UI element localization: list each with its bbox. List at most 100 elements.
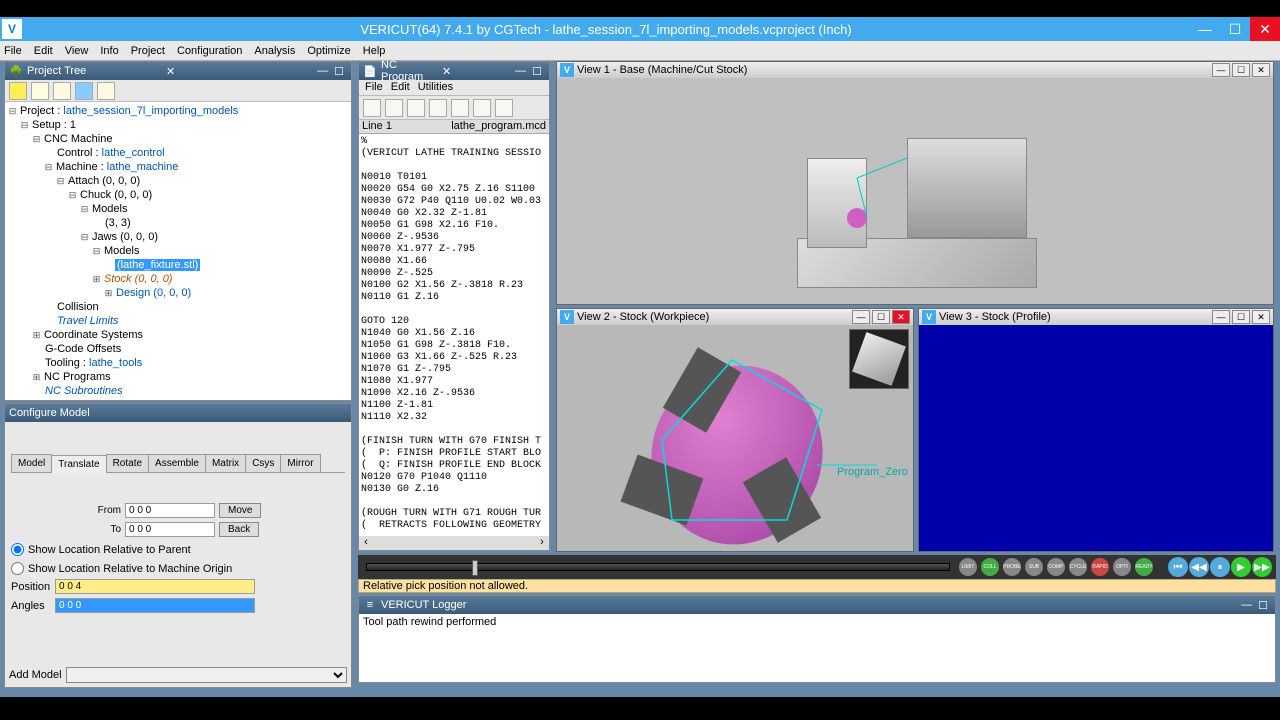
menu-view[interactable]: View: [65, 45, 89, 57]
tab-model[interactable]: Model: [11, 454, 52, 472]
tb-undo[interactable]: [75, 82, 93, 100]
project-tree-panel: 🌳 Project Tree ✕ — ☐ ⊟Project : lathe_se…: [4, 61, 352, 401]
nc-menu-file[interactable]: File: [365, 81, 383, 94]
menu-configuration[interactable]: Configuration: [177, 45, 242, 57]
menu-help[interactable]: Help: [363, 45, 386, 57]
view1-max[interactable]: ☐: [1232, 63, 1250, 77]
nc-scroll-horizontal[interactable]: ‹›: [359, 536, 549, 550]
menu-info[interactable]: Info: [100, 45, 118, 57]
angles-input[interactable]: [55, 598, 255, 613]
nc-tb-6[interactable]: [473, 99, 491, 117]
view2-max[interactable]: ☐: [872, 310, 890, 324]
btn-fast-fwd[interactable]: ▶▶: [1252, 557, 1272, 577]
btn-opti[interactable]: OPTI: [1112, 557, 1132, 577]
minimize-button[interactable]: —: [1190, 17, 1220, 41]
tb-save[interactable]: [53, 82, 71, 100]
project-tree-min-icon[interactable]: —: [314, 65, 331, 77]
menu-file[interactable]: File: [4, 45, 22, 57]
tab-translate[interactable]: Translate: [51, 455, 106, 473]
close-button[interactable]: ✕: [1250, 17, 1280, 41]
tb-redo[interactable]: [97, 82, 115, 100]
maximize-button[interactable]: ☐: [1220, 17, 1250, 41]
logger-max[interactable]: ☐: [1255, 599, 1271, 612]
nc-min-icon[interactable]: —: [512, 65, 529, 77]
nc-tb-1[interactable]: [363, 99, 381, 117]
view2-close[interactable]: ✕: [892, 310, 910, 324]
nc-status-file: lathe_program.mcd: [451, 120, 546, 133]
menu-analysis[interactable]: Analysis: [254, 45, 295, 57]
tb-open[interactable]: [31, 82, 49, 100]
view1-title: View 1 - Base (Machine/Cut Stock): [577, 64, 1210, 76]
menu-project[interactable]: Project: [131, 45, 165, 57]
view3-min[interactable]: —: [1212, 310, 1230, 324]
tab-csys[interactable]: Csys: [245, 454, 281, 472]
view2-min[interactable]: —: [852, 310, 870, 324]
from-label: From: [11, 505, 121, 516]
view1-close[interactable]: ✕: [1252, 63, 1270, 77]
project-tree-max-icon[interactable]: ☐: [331, 65, 347, 78]
logger-icon: ≡: [363, 598, 377, 612]
back-button[interactable]: Back: [219, 522, 259, 537]
tb-new[interactable]: [9, 82, 27, 100]
nc-close-icon[interactable]: ✕: [439, 65, 454, 78]
timeline-thumb[interactable]: [472, 560, 478, 576]
project-tree-toolbar: [5, 80, 351, 102]
to-input[interactable]: [125, 522, 215, 537]
btn-rewind-full[interactable]: ⏮: [1168, 557, 1188, 577]
btn-limit[interactable]: LIMIT: [958, 557, 978, 577]
menu-optimize[interactable]: Optimize: [307, 45, 350, 57]
view3-viewport[interactable]: [919, 325, 1273, 551]
view1-min[interactable]: —: [1212, 63, 1230, 77]
tab-assemble[interactable]: Assemble: [148, 454, 206, 472]
nc-menu-utilities[interactable]: Utilities: [418, 81, 453, 94]
btn-rewind[interactable]: ◀◀: [1189, 557, 1209, 577]
nc-tb-5[interactable]: [451, 99, 469, 117]
nc-tb-3[interactable]: [407, 99, 425, 117]
nc-menu-edit[interactable]: Edit: [391, 81, 410, 94]
view-cube[interactable]: [849, 329, 909, 389]
btn-pause[interactable]: ⏸: [1210, 557, 1230, 577]
btn-coll[interactable]: COLL: [980, 557, 1000, 577]
nc-status-line: Line 1: [362, 120, 392, 133]
view3-title: View 3 - Stock (Profile): [939, 311, 1210, 323]
logger-body[interactable]: Tool path rewind performed: [359, 614, 1275, 682]
tree-selected-model[interactable]: (lathe_fixture.stl): [115, 259, 200, 271]
angles-label: Angles: [11, 600, 51, 612]
position-label: Position: [11, 581, 51, 593]
radio-origin[interactable]: [11, 562, 24, 575]
btn-ready[interactable]: READY: [1134, 557, 1154, 577]
project-tree[interactable]: ⊟Project : lathe_session_7l_importing_mo…: [5, 102, 351, 400]
view3-close[interactable]: ✕: [1252, 310, 1270, 324]
tab-mirror[interactable]: Mirror: [280, 454, 320, 472]
btn-rapid[interactable]: RAPID: [1090, 557, 1110, 577]
add-model-select[interactable]: [66, 667, 347, 683]
btn-probe[interactable]: PROBE: [1002, 557, 1022, 577]
radio-origin-label: Show Location Relative to Machine Origin: [28, 563, 232, 575]
btn-sub[interactable]: SUB: [1024, 557, 1044, 577]
menu-edit[interactable]: Edit: [34, 45, 53, 57]
nc-code-area[interactable]: % (VERICUT LATHE TRAINING SESSIO N0010 T…: [359, 134, 549, 550]
tab-matrix[interactable]: Matrix: [205, 454, 246, 472]
btn-play[interactable]: ▶: [1231, 557, 1251, 577]
tab-rotate[interactable]: Rotate: [106, 454, 149, 472]
nc-tb-7[interactable]: [495, 99, 513, 117]
logger-panel: ≡ VERICUT Logger — ☐ Tool path rewind pe…: [358, 595, 1276, 683]
radio-parent[interactable]: [11, 543, 24, 556]
nc-program-panel: 📄 NC Program ✕ — ☐ File Edit Utilities: [358, 61, 550, 551]
nc-tb-2[interactable]: [385, 99, 403, 117]
view3-max[interactable]: ☐: [1232, 310, 1250, 324]
btn-cycle[interactable]: CYCLE: [1068, 557, 1088, 577]
view1-viewport[interactable]: [557, 78, 1273, 304]
nc-tb-4[interactable]: [429, 99, 447, 117]
status-text: Relative pick position not allowed.: [363, 580, 528, 592]
btn-comp[interactable]: COMP: [1046, 557, 1066, 577]
app-icon: V: [2, 19, 22, 39]
project-tree-close-icon[interactable]: ✕: [163, 65, 178, 78]
view2-viewport[interactable]: Program_Zero: [557, 325, 913, 551]
nc-max-icon[interactable]: ☐: [529, 65, 545, 78]
from-input[interactable]: [125, 503, 215, 518]
move-button[interactable]: Move: [219, 503, 261, 518]
position-input[interactable]: [55, 579, 255, 594]
timeline-slider[interactable]: [366, 563, 950, 571]
logger-min[interactable]: —: [1238, 599, 1255, 611]
